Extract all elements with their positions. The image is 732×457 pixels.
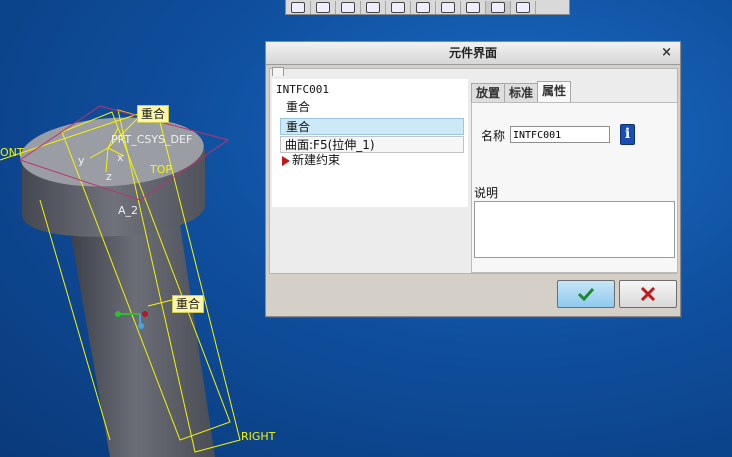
arrow-right-icon (282, 155, 290, 166)
cancel-x-icon (640, 287, 656, 301)
new-constraint-item[interactable]: 新建约束 (282, 152, 340, 169)
info-icon[interactable]: i (620, 124, 635, 145)
top-plane-label: TOP (150, 163, 173, 176)
constraint-tree: INTFC001 重合 重合 曲面:F5(拉伸_1) 新建约束 (272, 79, 468, 207)
name-field[interactable]: INTFC001 (510, 126, 610, 143)
properties-pane: 放置 标准 属性 名称 INTFC001 i 说明 (471, 78, 678, 273)
description-label: 说明 (474, 186, 499, 200)
right-plane-label: RIGHT (241, 430, 276, 443)
cancel-button[interactable] (619, 280, 677, 308)
axis-label: A_2 (118, 204, 139, 217)
tab-standard[interactable]: 标准 (504, 83, 539, 102)
description-field[interactable] (474, 201, 675, 258)
new-constraint-label: 新建约束 (292, 153, 341, 167)
csys-x-label: x (117, 151, 124, 164)
tree-item-surface[interactable]: 曲面:F5(拉伸_1) (280, 136, 464, 153)
tree-root[interactable]: INTFC001 (276, 81, 329, 98)
tab-properties[interactable]: 属性 (537, 81, 572, 102)
component-interface-dialog: 元件界面 × INTFC001 重合 重合 曲面:F5(拉伸_1) 新建约束 放… (265, 41, 681, 317)
coincident-tag-mid[interactable]: 重合 (172, 295, 205, 313)
ok-button[interactable] (557, 280, 615, 308)
tree-tab[interactable] (272, 67, 284, 76)
tab-strip: 放置 标准 属性 (471, 81, 572, 102)
dialog-titlebar[interactable]: 元件界面 × (266, 42, 680, 65)
close-icon[interactable]: × (661, 42, 672, 64)
coincident-tag-top[interactable]: 重合 (137, 105, 170, 123)
front-plane-label: ONT (0, 146, 24, 159)
csys-y-label: y (78, 154, 85, 167)
csys-z-label: z (106, 170, 112, 183)
tree-item-coincident-1[interactable]: 重合 (286, 99, 310, 116)
dialog-body: INTFC001 重合 重合 曲面:F5(拉伸_1) 新建约束 放置 标准 属性… (269, 67, 678, 274)
ok-check-icon (577, 287, 595, 301)
tree-item-coincident-2[interactable]: 重合 (280, 118, 464, 135)
csys-label: PRT_CSYS_DEF (111, 133, 193, 146)
properties-panel: 名称 INTFC001 i 说明 (471, 102, 678, 273)
dialog-title: 元件界面 (448, 46, 497, 60)
name-label: 名称 (481, 129, 506, 143)
tab-placement[interactable]: 放置 (471, 83, 506, 102)
